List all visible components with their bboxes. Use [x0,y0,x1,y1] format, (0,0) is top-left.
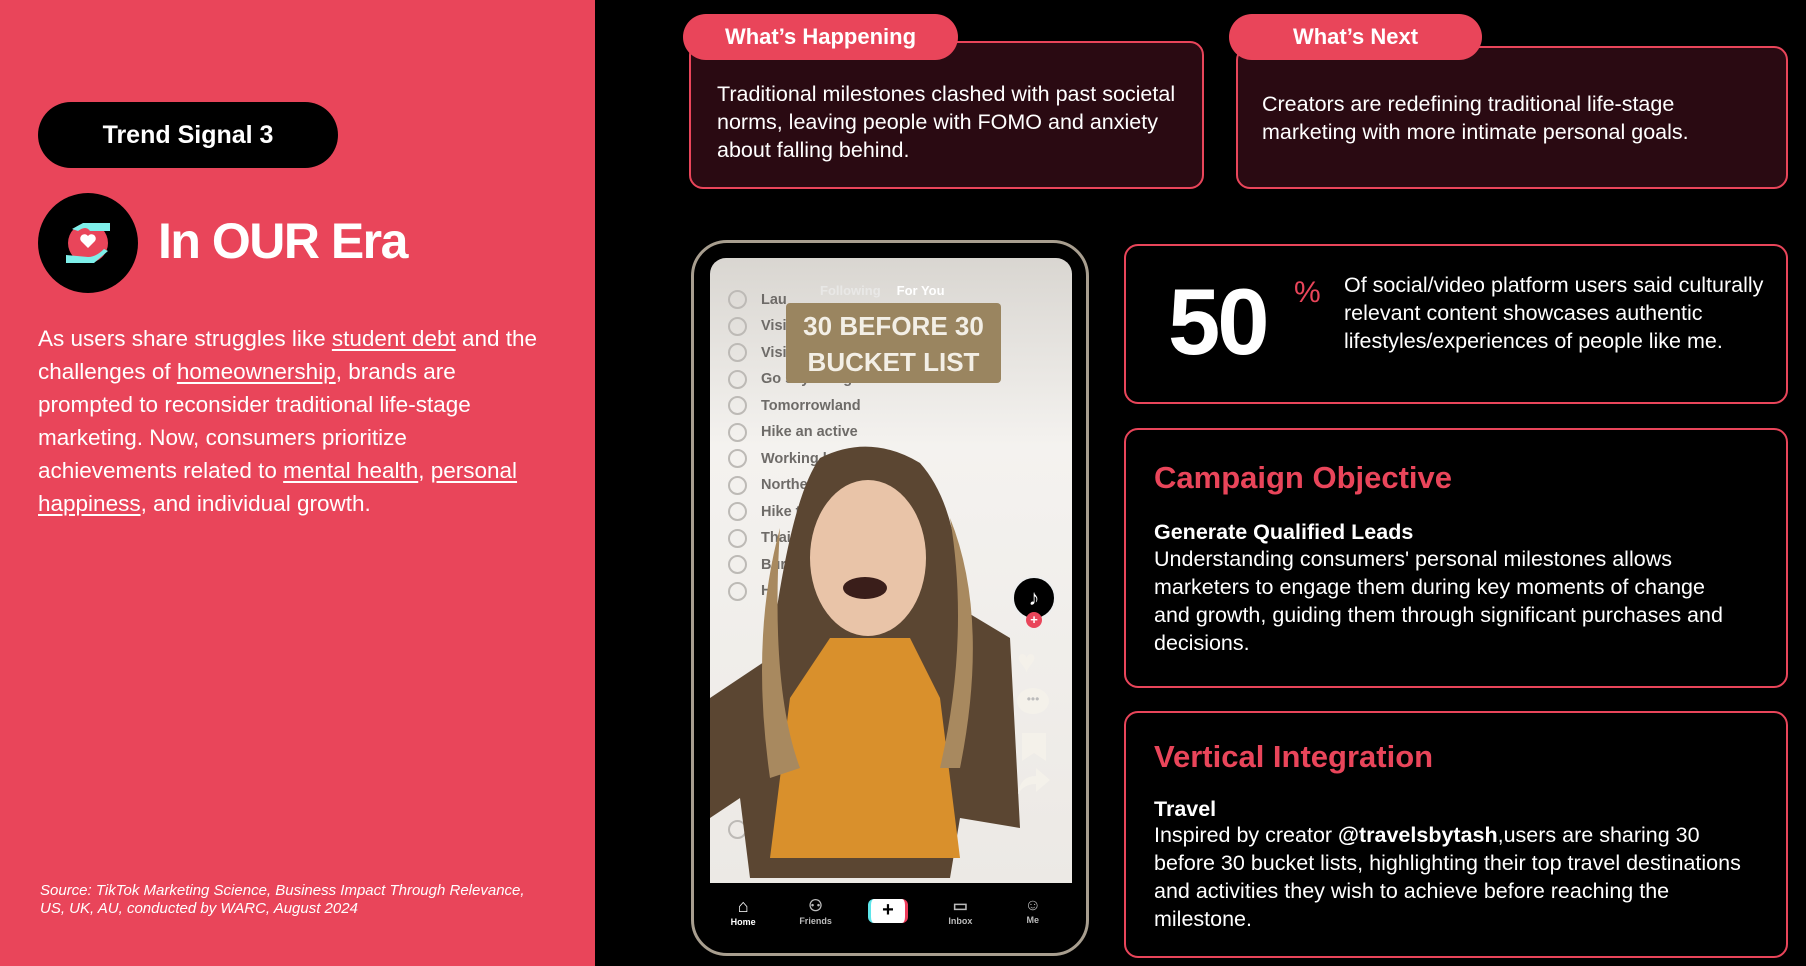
checklist-text: Tomorrowland [761,397,861,414]
nav-inbox[interactable]: ▭ Inbox [930,896,990,926]
share-icon[interactable] [1018,768,1050,794]
page-title: In OUR Era [158,213,408,269]
whats-next-tab: What’s Next [1229,14,1482,60]
vertical-integration-card: Vertical Integration Travel Inspired by … [1124,711,1788,958]
link-student-debt[interactable]: student debt [332,326,456,351]
hands-holding-heart-icon [38,193,138,293]
campaign-title: Campaign Objective [1154,460,1453,495]
stat-card: 50 % Of social/video platform users said… [1124,244,1788,404]
tab-for-you[interactable]: For You [897,283,945,298]
overlay-line: BUCKET LIST [807,347,980,377]
checkbox-circle-icon [728,396,747,415]
link-mental-health[interactable]: mental health [283,458,418,483]
checklist-item: Lau [728,290,787,309]
left-panel: Trend Signal 3 In OUR Era As users share… [0,0,595,966]
friends-icon: ⚇ [808,898,823,915]
nav-label: Me [1026,915,1039,925]
heart-icon[interactable]: ♥ [1017,643,1036,680]
video-screen[interactable]: LauVisitVisitGo skydiving - license?Tomo… [710,258,1072,883]
campaign-subtitle: Generate Qualified Leads [1154,520,1414,544]
checklist-item: Visit [728,316,791,336]
campaign-text: Understanding consumers' personal milest… [1154,547,1723,655]
creator-handle[interactable]: @travelsbytash [1338,823,1498,847]
checklist-text: Lau [761,291,787,308]
follow-plus-icon[interactable]: + [1026,612,1042,628]
campaign-objective-card: Campaign Objective Generate Qualified Le… [1124,428,1788,688]
plus-icon: + [867,899,908,923]
vertical-title: Vertical Integration [1154,739,1434,774]
stat-text: Of social/video platform users said cult… [1344,273,1764,353]
feed-tabs: Following For You [820,283,945,298]
text: , and individual growth. [140,491,371,516]
nav-create[interactable]: + [858,899,918,923]
profile-icon: ☺ [1024,897,1041,914]
checkbox-circle-icon [728,369,747,389]
checkbox-circle-icon [728,290,747,309]
nav-friends[interactable]: ⚇ Friends [786,896,846,926]
whats-next-card: Creators are redefining traditional life… [1236,46,1788,189]
overlay-line: 30 BEFORE 30 [803,311,984,341]
video-title-overlay: 30 BEFORE 30 BUCKET LIST [786,303,1001,383]
link-homeownership[interactable]: homeownership [177,359,336,384]
checklist-item: Tomorrowland [728,396,861,415]
whats-next-text: Creators are redefining traditional life… [1262,92,1689,144]
nav-me[interactable]: ☺ Me [1003,897,1063,925]
whats-happening-tab: What’s Happening [683,14,958,60]
intro-paragraph: As users share struggles like student de… [38,322,538,520]
vertical-text: Inspired by creator @travelsbytash,users… [1154,821,1754,933]
vertical-subtitle: Travel [1154,797,1217,821]
checklist-item: Visit [728,343,791,362]
nav-home[interactable]: ⌂ Home [713,896,773,927]
home-icon: ⌂ [737,895,749,916]
stat-unit: % [1294,276,1321,309]
source-note: Source: TikTok Marketing Science, Busine… [40,882,525,917]
stat-value: 50 [1168,269,1270,374]
tiktok-phone-mockup: LauVisitVisitGo skydiving - license?Tomo… [691,240,1089,956]
text: Inspired by creator [1154,823,1339,847]
nav-label: Home [730,916,756,927]
bookmark-icon[interactable] [1022,733,1046,761]
trend-signal-badge: Trend Signal 3 [38,102,338,168]
whats-happening-text: Traditional milestones clashed with past… [717,82,1176,162]
whats-happening-card: Traditional milestones clashed with past… [689,41,1204,189]
checkbox-circle-icon [728,343,747,362]
tab-following[interactable]: Following [820,283,881,298]
checkbox-circle-icon [728,316,747,336]
nav-label: Inbox [948,916,973,926]
text: As users share struggles like [38,326,332,351]
nav-label: Friends [799,916,832,926]
inbox-icon: ▭ [952,898,968,915]
comment-icon[interactable]: ••• [1017,688,1049,714]
text: , [418,458,431,483]
bottom-nav: ⌂ Home ⚇ Friends + ▭ Inbox ☺ Me [707,883,1069,939]
